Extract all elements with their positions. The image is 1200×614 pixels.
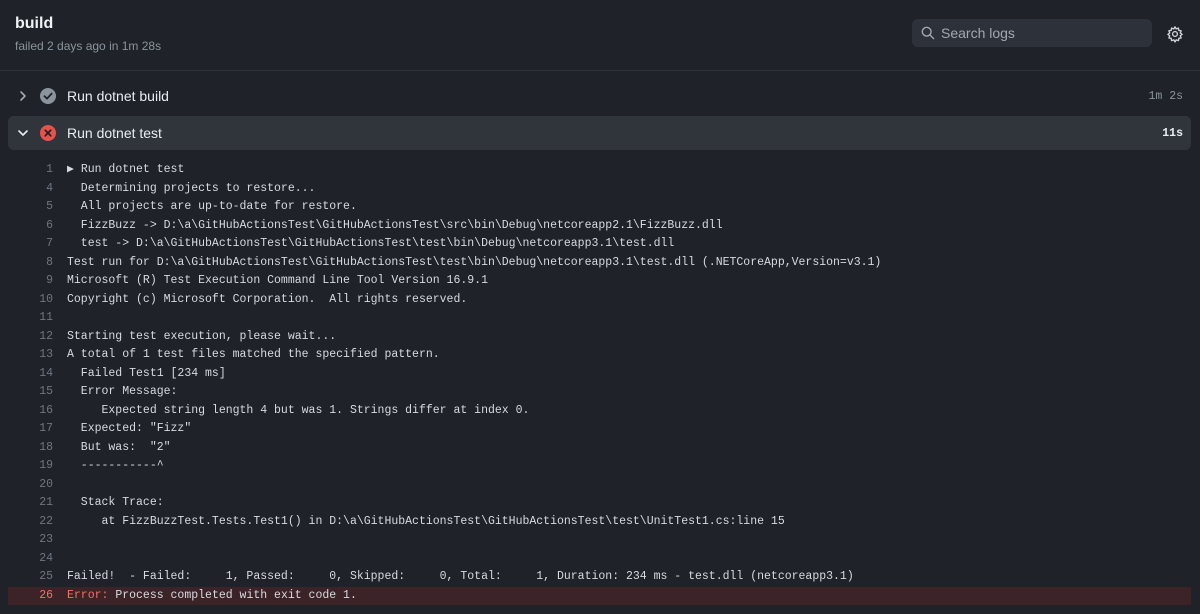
line-number[interactable]: 6	[8, 217, 53, 236]
line-number[interactable]: 24	[8, 550, 53, 569]
search-logs-input[interactable]	[941, 19, 1141, 47]
line-number[interactable]: 8	[8, 254, 53, 273]
step-run-dotnet-build[interactable]: Run dotnet build 1m 2s	[8, 79, 1191, 113]
step-name: Run dotnet test	[67, 125, 162, 141]
log-line-text: A total of 1 test files matched the spec…	[67, 348, 440, 361]
chevron-right-icon	[20, 91, 26, 101]
log-line-text: test -> D:\a\GitHubActionsTest\GitHubAct…	[67, 237, 675, 250]
check-circle-icon	[40, 88, 56, 104]
line-number[interactable]: 19	[8, 457, 53, 476]
step-duration: 1m 2s	[1148, 90, 1183, 103]
job-title: build	[15, 15, 54, 32]
step-name: Run dotnet build	[67, 88, 169, 104]
search-logs-box[interactable]	[912, 19, 1152, 47]
log-line: 9 Microsoft (R) Test Execution Command Li…	[8, 272, 1191, 291]
log-line-text: at FizzBuzzTest.Tests.Test1() in D:\a\Gi…	[67, 514, 785, 528]
log-line-text: Failed! - Failed: 1, Passed: 0, Skipped:…	[67, 570, 854, 583]
log-line: 13 A total of 1 test files matched the sp…	[8, 346, 1191, 365]
log-line: 21 Stack Trace:	[8, 494, 1191, 513]
log-line: 7 test -> D:\a\GitHubActionsTest\GitHubA…	[8, 235, 1191, 254]
line-number[interactable]: 15	[8, 383, 53, 402]
log-line: 12 Starting test execution, please wait..…	[8, 328, 1191, 347]
log-line-text: Error Message:	[67, 385, 178, 398]
line-number[interactable]: 11	[8, 309, 53, 328]
line-number[interactable]: 1	[8, 161, 53, 180]
line-number[interactable]: 16	[8, 402, 53, 421]
log-line: 15 Error Message:	[8, 383, 1191, 402]
line-number[interactable]: 20	[8, 476, 53, 495]
line-number[interactable]: 5	[8, 198, 53, 217]
log-line-text: Copyright (c) Microsoft Corporation. All…	[67, 292, 468, 306]
step-run-dotnet-test[interactable]: Run dotnet test 11s	[8, 116, 1191, 150]
step-duration: 11s	[1162, 127, 1183, 140]
error-prefix: Error:	[67, 588, 109, 602]
log-line: 1 ▶ Run dotnet test	[8, 161, 1191, 180]
log-line-text: Microsoft (R) Test Execution Command Lin…	[67, 274, 488, 287]
log-line: 10 Copyright (c) Microsoft Corporation. A…	[8, 291, 1191, 310]
line-number[interactable]: 10	[8, 291, 53, 310]
log-line: 24	[8, 550, 1191, 569]
line-number[interactable]: 26	[8, 587, 53, 606]
log-line-text: Starting test execution, please wait...	[67, 329, 337, 343]
log-line: 5 All projects are up-to-date for restor…	[8, 198, 1191, 217]
line-number[interactable]: 17	[8, 420, 53, 439]
log-line-text: FizzBuzz -> D:\a\GitHubActionsTest\GitHu…	[67, 218, 723, 232]
log-line: 22 at FizzBuzzTest.Tests.Test1() in D:\a…	[8, 513, 1191, 532]
line-number[interactable]: 13	[8, 346, 53, 365]
log-line: 18 But was: "2"	[8, 439, 1191, 458]
log-line-text: All projects are up-to-date for restore.	[67, 200, 357, 213]
log-line-text: Stack Trace:	[67, 496, 164, 509]
log-line-text: Test run for D:\a\GitHubActionsTest\GitH…	[67, 255, 882, 269]
log-line: 11	[8, 309, 1191, 328]
log-line: 23	[8, 531, 1191, 550]
log-line-error: 26 Error: Process completed with exit cod…	[8, 586, 1191, 606]
log-line-text: Expected string length 4 but was 1. Stri…	[67, 403, 530, 417]
log-line-text: ▶ Run dotnet test	[67, 163, 185, 176]
log-line: 16 Expected string length 4 but was 1. S…	[8, 402, 1191, 421]
log-line: 6 FizzBuzz -> D:\a\GitHubActionsTest\Git…	[8, 217, 1191, 236]
search-icon	[921, 26, 935, 40]
line-number[interactable]: 7	[8, 235, 53, 254]
log-line-text: Determining projects to restore...	[67, 181, 316, 195]
log-line-text: Error: Process completed with exit code …	[67, 587, 357, 606]
gear-icon[interactable]	[1166, 25, 1184, 43]
log-line: 8 Test run for D:\a\GitHubActionsTest\Git…	[8, 254, 1191, 273]
log-line: 17 Expected: "Fizz"	[8, 420, 1191, 439]
log-output: 1 ▶ Run dotnet test 4 Determining projects…	[8, 161, 1191, 605]
line-number[interactable]: 21	[8, 494, 53, 513]
log-line-text: Expected: "Fizz"	[67, 422, 192, 435]
line-number[interactable]: 22	[8, 513, 53, 532]
line-number[interactable]: 25	[8, 568, 53, 587]
log-line: 14 Failed Test1 [234 ms]	[8, 365, 1191, 384]
job-status-text: failed 2 days ago in 1m 28s	[15, 39, 162, 53]
log-line-text: But was: "2"	[67, 440, 171, 454]
log-line-text: -----------^	[67, 459, 164, 472]
job-header: build failed 2 days ago in 1m 28s	[0, 0, 1200, 71]
line-number[interactable]: 18	[8, 439, 53, 458]
line-number[interactable]: 9	[8, 272, 53, 291]
line-number[interactable]: 4	[8, 180, 53, 199]
line-number[interactable]: 12	[8, 328, 53, 347]
chevron-down-icon	[18, 130, 28, 136]
line-number[interactable]: 14	[8, 365, 53, 384]
log-line: 25 Failed! - Failed: 1, Passed: 0, Skippe…	[8, 568, 1191, 587]
log-line: 20	[8, 476, 1191, 495]
log-line: 4 Determining projects to restore...	[8, 180, 1191, 199]
x-circle-icon	[40, 125, 56, 141]
error-message: Process completed with exit code 1.	[108, 588, 357, 602]
line-number[interactable]: 23	[8, 531, 53, 550]
log-line: 19 -----------^	[8, 457, 1191, 476]
log-line-text: Failed Test1 [234 ms]	[67, 366, 226, 380]
